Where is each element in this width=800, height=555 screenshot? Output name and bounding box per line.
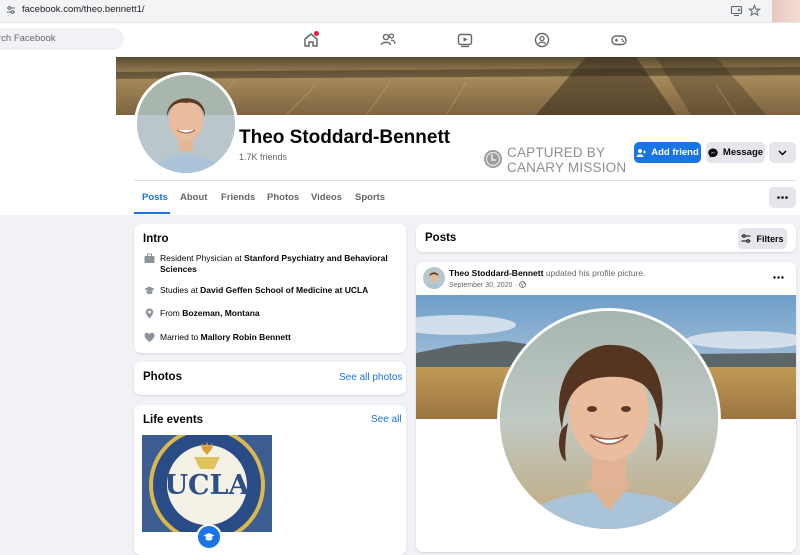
post-profile-picture[interactable] — [497, 308, 721, 532]
from-prefix: From — [160, 308, 183, 318]
from-place[interactable]: Bozeman, Montana — [182, 308, 259, 318]
extension-thumbnail[interactable] — [772, 0, 800, 22]
post-meta: September 30, 2020 · — [449, 281, 526, 289]
see-all-life-events-link[interactable]: See all — [371, 414, 402, 425]
tab-sports[interactable]: Sports — [355, 192, 385, 203]
more-dots-icon — [777, 196, 788, 199]
message-button[interactable]: Message — [706, 142, 765, 163]
browser-address-bar: facebook.com/theo.bennett1/ — [0, 0, 800, 23]
cast-icon[interactable] — [730, 4, 743, 17]
watermark-line1: CAPTURED BY — [507, 145, 606, 160]
post-options-icon[interactable] — [773, 276, 784, 279]
add-friend-button[interactable]: Add friend — [634, 142, 701, 163]
education-event-badge — [196, 524, 222, 550]
friends-icon[interactable] — [379, 31, 397, 49]
post-date[interactable]: September 30, 2020 · — [449, 282, 519, 289]
filter-sliders-icon — [741, 234, 751, 243]
search-input[interactable]: rch Facebook — [0, 28, 124, 50]
filters-label: Filters — [756, 233, 784, 244]
life-event-photo[interactable]: UCLA — [142, 435, 272, 532]
public-globe-icon — [518, 281, 526, 288]
post-action-text: updated his profile picture. — [543, 268, 646, 278]
header-divider — [134, 180, 796, 181]
gaming-icon[interactable] — [610, 31, 628, 49]
notification-dot — [314, 31, 319, 36]
chevron-down-icon — [778, 149, 787, 156]
tab-about[interactable]: About — [180, 192, 207, 203]
married-name[interactable]: Mallory Robin Bennett — [201, 332, 291, 342]
life-events-title: Life events — [143, 414, 204, 426]
study-place[interactable]: David Geffen School of Medicine at UCLA — [200, 285, 368, 295]
search-placeholder: rch Facebook — [0, 33, 56, 44]
study-prefix: Studies at — [160, 285, 201, 295]
posts-title: Posts — [425, 232, 457, 244]
see-all-photos-link[interactable]: See all photos — [339, 372, 402, 383]
married-prefix: Married to — [160, 332, 201, 342]
briefcase-icon — [144, 253, 155, 263]
watermark-text: CAPTURED BY CANARY MISSION — [507, 145, 626, 175]
photos-title: Photos — [143, 371, 182, 383]
canary-logo-icon — [484, 150, 502, 168]
facebook-top-nav: rch Facebook — [0, 23, 800, 58]
graduation-cap-icon — [203, 533, 215, 541]
post-author-avatar[interactable] — [423, 267, 445, 289]
seal-text: UCLA — [164, 470, 250, 501]
work-prefix: Resident Physician at — [160, 253, 245, 263]
filters-button[interactable]: Filters — [738, 228, 787, 249]
video-icon[interactable] — [456, 31, 474, 49]
tab-videos[interactable]: Videos — [311, 192, 342, 203]
post-author-name[interactable]: Theo Stoddard-Bennett — [449, 268, 543, 278]
profile-name: Theo Stoddard-Bennett — [239, 127, 451, 148]
site-settings-icon[interactable] — [6, 5, 16, 15]
tab-friends[interactable]: Friends — [221, 192, 255, 203]
more-tabs-button[interactable] — [769, 187, 796, 208]
url-text[interactable]: facebook.com/theo.bennett1/ — [22, 4, 145, 15]
add-friend-label: Add friend — [651, 147, 699, 158]
groups-icon[interactable] — [533, 31, 551, 49]
tab-posts[interactable]: Posts — [142, 192, 168, 203]
post-header: Theo Stoddard-Bennett updated his profil… — [449, 268, 646, 278]
add-friend-icon — [636, 148, 647, 157]
tab-photos[interactable]: Photos — [267, 192, 299, 203]
friend-count[interactable]: 1.7K friends — [239, 152, 287, 162]
intro-title: Intro — [143, 233, 169, 245]
graduation-cap-icon — [144, 286, 155, 295]
watermark-line2: CANARY MISSION — [507, 160, 627, 175]
profile-options-dropdown[interactable] — [769, 142, 796, 163]
bookmark-star-icon[interactable] — [748, 4, 761, 17]
profile-avatar[interactable] — [134, 72, 238, 176]
message-label: Message — [722, 147, 764, 158]
messenger-icon — [708, 148, 718, 158]
active-tab-indicator — [134, 212, 170, 214]
heart-icon — [144, 332, 155, 342]
location-pin-icon — [145, 308, 154, 319]
